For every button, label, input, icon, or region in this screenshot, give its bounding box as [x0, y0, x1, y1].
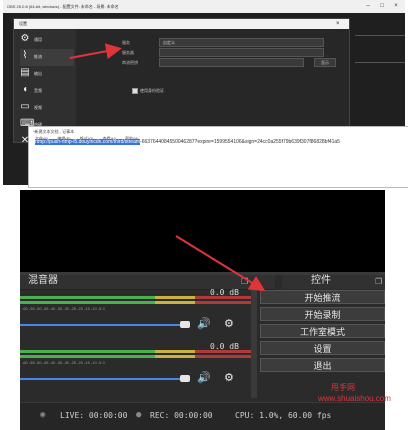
speaker-icon[interactable]: 🔊 [197, 317, 211, 330]
meter-red [195, 301, 255, 304]
meter-red [195, 355, 255, 358]
panel-divider [355, 62, 405, 63]
meter-ticks: -60 -55 -50 -45 -40 -35 -30 -25 -20 -15 … [22, 306, 105, 311]
settings-titlebar: 设置 × [14, 19, 349, 29]
watermark-brand: 甩手网 [331, 383, 355, 392]
watermark-url: www.shuaishou.com [318, 394, 391, 403]
mixer-scrollbar[interactable] [251, 290, 257, 398]
monitor-icon: ▭ [20, 101, 30, 112]
nav-item-video[interactable]: ▭ 视频 [20, 100, 74, 117]
minimize-icon[interactable]: – [361, 0, 375, 13]
meter-green [20, 350, 155, 353]
url-text[interactable]: rtmp://push-rtmp-l5.douyincdn.com/third/… [35, 139, 340, 145]
dock-float-icon[interactable]: ❐ [241, 278, 250, 286]
notepad-title: *新建文本文档 - 记事本 [33, 129, 75, 134]
controls-title: 控件 [311, 275, 331, 286]
channel-db: 0.0 dB [210, 288, 239, 297]
antenna-icon: ⌇ [22, 50, 28, 61]
mixer-title: 混音器 [28, 275, 58, 286]
volume-slider-handle[interactable] [180, 375, 190, 382]
stream-key-label: 串流密钥 [122, 60, 138, 65]
service-label: 服务 [122, 40, 130, 45]
stream-key-input[interactable] [159, 58, 304, 67]
speaker-icon: ◖ [21, 84, 29, 95]
exit-button[interactable]: 退出 [260, 358, 385, 372]
url-rest-text[interactable]: -6637644084550046287?expire=1599554106&s… [140, 139, 340, 145]
volume-slider-handle[interactable] [180, 321, 190, 328]
output-icon: ▤ [20, 67, 30, 78]
rec-indicator-icon: ● [136, 410, 142, 420]
nav-label: 视频 [34, 105, 42, 110]
controls-header [282, 275, 385, 289]
settings-title: 设置 [19, 21, 27, 26]
dock-float-icon[interactable]: ❐ [375, 278, 384, 286]
live-time: LIVE: 00:00:00 [60, 411, 128, 420]
nav-item-stream[interactable]: ⌇ 推流 [20, 49, 74, 66]
notepad-window: *新建文本文档 - 记事本 文件(F) 编辑(E) 格式(O) 查看(V) 帮助… [28, 126, 408, 188]
gear-icon: ⚙ [20, 33, 30, 44]
server-input[interactable] [159, 48, 324, 57]
meter-yellow [155, 355, 195, 358]
auth-checkbox[interactable] [132, 88, 138, 94]
nav-label: 推流 [34, 54, 42, 59]
gear-icon[interactable]: ⚙ [224, 317, 234, 330]
live-indicator-icon: ◉ [40, 410, 46, 420]
nav-label: 音频 [34, 88, 42, 93]
gear-icon[interactable]: ⚙ [224, 371, 234, 384]
cpu-fps: CPU: 1.0%, 60.00 fps [235, 411, 332, 420]
channel-db: 0.0 dB [210, 342, 239, 351]
settings-dialog: 设置 × ⚙ 通用 ⌇ 推流 ▤ 输出 ◖ 音频 ▭ 视频 ⌨ 热键 ✕ 服务 … [13, 18, 350, 146]
service-select[interactable]: 自定义 [159, 38, 324, 47]
window-title: OBS 25.0.8 (64-bit, windows) - 配置文件: 未命名… [7, 4, 119, 9]
volume-slider-track[interactable] [20, 378, 182, 380]
meter-yellow [155, 296, 195, 299]
meter-green [20, 301, 155, 304]
show-key-button[interactable]: 显示 [314, 58, 336, 67]
nav-item-output[interactable]: ▤ 输出 [20, 66, 74, 83]
nav-item-general[interactable]: ⚙ 通用 [20, 32, 74, 49]
panel-divider [355, 35, 405, 36]
maximize-icon[interactable]: □ [375, 0, 389, 13]
preview-canvas[interactable] [20, 190, 385, 272]
meter-ticks: -60 -55 -50 -45 -40 -35 -30 -25 -20 -15 … [22, 360, 105, 365]
studio-mode-button[interactable]: 工作室模式 [260, 324, 385, 338]
volume-slider-track[interactable] [20, 324, 182, 326]
status-bar: ◉ LIVE: 00:00:00 ● REC: 00:00:00 CPU: 1.… [20, 402, 385, 430]
meter-yellow [155, 301, 195, 304]
nav-label: 通用 [34, 37, 42, 42]
obs-titlebar: OBS 25.0.8 (64-bit, windows) - 配置文件: 未命名… [3, 0, 405, 13]
close-icon[interactable]: × [389, 0, 403, 13]
speaker-icon[interactable]: 🔊 [197, 371, 211, 384]
start-recording-button[interactable]: 开始录制 [260, 307, 385, 321]
meter-green [20, 296, 155, 299]
rec-time: REC: 00:00:00 [150, 411, 213, 420]
nav-label: 输出 [34, 71, 42, 76]
start-streaming-button[interactable]: 开始推流 [260, 290, 385, 304]
meter-green [20, 355, 155, 358]
meter-yellow [155, 350, 195, 353]
settings-close-icon[interactable]: × [336, 19, 340, 29]
url-selected-text[interactable]: rtmp://push-rtmp-l5.douyincdn.com/third/… [35, 139, 141, 145]
server-label: 服务器 [122, 50, 134, 55]
nav-item-audio[interactable]: ◖ 音频 [20, 83, 74, 100]
auth-checkbox-label: 使用身份验证 [140, 88, 164, 93]
settings-button[interactable]: 设置 [260, 341, 385, 355]
